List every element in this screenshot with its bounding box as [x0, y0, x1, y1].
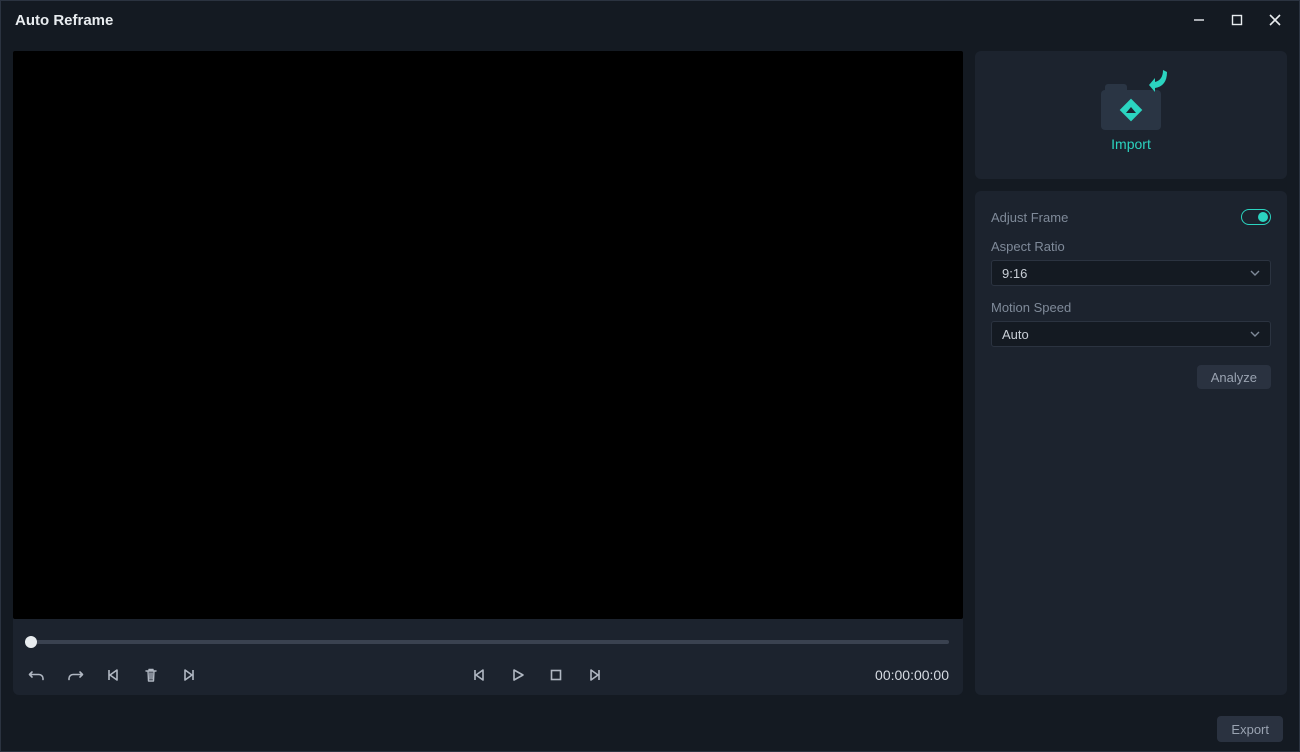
close-button[interactable] — [1257, 5, 1293, 35]
motion-speed-value: Auto — [1002, 327, 1029, 342]
settings-panel: Adjust Frame Aspect Ratio 9:16 M — [975, 191, 1287, 695]
undo-icon — [28, 666, 46, 684]
video-preview[interactable] — [13, 51, 963, 619]
skip-start-icon — [105, 667, 121, 683]
motion-speed-label: Motion Speed — [991, 300, 1271, 315]
minimize-icon — [1193, 14, 1205, 26]
undo-button[interactable] — [27, 665, 47, 685]
aspect-ratio-label: Aspect Ratio — [991, 239, 1271, 254]
stop-icon — [548, 667, 564, 683]
prev-frame-button[interactable] — [470, 665, 490, 685]
footer: Export — [1, 707, 1299, 751]
next-frame-button[interactable] — [584, 665, 604, 685]
maximize-button[interactable] — [1219, 5, 1255, 35]
side-panel: Import Adjust Frame Aspect Ratio 9:16 — [975, 51, 1287, 695]
edit-controls — [27, 665, 199, 685]
window-title: Auto Reframe — [15, 12, 113, 29]
chevron-down-icon — [1250, 266, 1260, 281]
maximize-icon — [1231, 14, 1243, 26]
titlebar: Auto Reframe — [1, 1, 1299, 39]
auto-reframe-window: Auto Reframe — [0, 0, 1300, 752]
import-button[interactable]: Import — [975, 51, 1287, 179]
minimize-button[interactable] — [1181, 5, 1217, 35]
motion-speed-field: Motion Speed Auto — [991, 300, 1271, 347]
window-controls — [1181, 5, 1293, 35]
go-end-button[interactable] — [179, 665, 199, 685]
download-arrow-icon — [1147, 68, 1169, 94]
adjust-frame-row: Adjust Frame — [991, 209, 1271, 225]
folder-badge-icon — [1120, 99, 1143, 122]
redo-button[interactable] — [65, 665, 85, 685]
timeline-rail — [27, 640, 949, 644]
step-forward-icon — [586, 667, 602, 683]
motion-speed-select[interactable]: Auto — [991, 321, 1271, 347]
delete-button[interactable] — [141, 665, 161, 685]
toggle-knob — [1258, 212, 1268, 222]
adjust-frame-toggle[interactable] — [1241, 209, 1271, 225]
preview-panel: 00:00:00:00 — [13, 51, 963, 695]
chevron-down-icon — [1250, 327, 1260, 342]
step-back-icon — [472, 667, 488, 683]
skip-end-icon — [181, 667, 197, 683]
playback-controls — [470, 665, 604, 685]
trash-icon — [143, 667, 159, 683]
playhead-handle[interactable] — [25, 636, 37, 648]
play-button[interactable] — [508, 665, 528, 685]
analyze-button[interactable]: Analyze — [1197, 365, 1271, 389]
timecode-display: 00:00:00:00 — [875, 667, 949, 683]
aspect-ratio-field: Aspect Ratio 9:16 — [991, 239, 1271, 286]
analyze-row: Analyze — [991, 365, 1271, 389]
play-icon — [510, 667, 526, 683]
go-start-button[interactable] — [103, 665, 123, 685]
main-body: 00:00:00:00 Import Adjust Frame — [1, 39, 1299, 707]
timeline-track[interactable] — [27, 635, 949, 649]
stop-button[interactable] — [546, 665, 566, 685]
timeline-area — [13, 619, 963, 653]
export-button[interactable]: Export — [1217, 716, 1283, 742]
redo-icon — [66, 666, 84, 684]
folder-icon — [1101, 90, 1161, 130]
aspect-ratio-select[interactable]: 9:16 — [991, 260, 1271, 286]
import-label: Import — [1111, 136, 1151, 152]
import-icon — [1099, 78, 1163, 130]
aspect-ratio-value: 9:16 — [1002, 266, 1027, 281]
player-controls: 00:00:00:00 — [13, 653, 963, 695]
adjust-frame-label: Adjust Frame — [991, 210, 1068, 225]
close-icon — [1269, 14, 1281, 26]
